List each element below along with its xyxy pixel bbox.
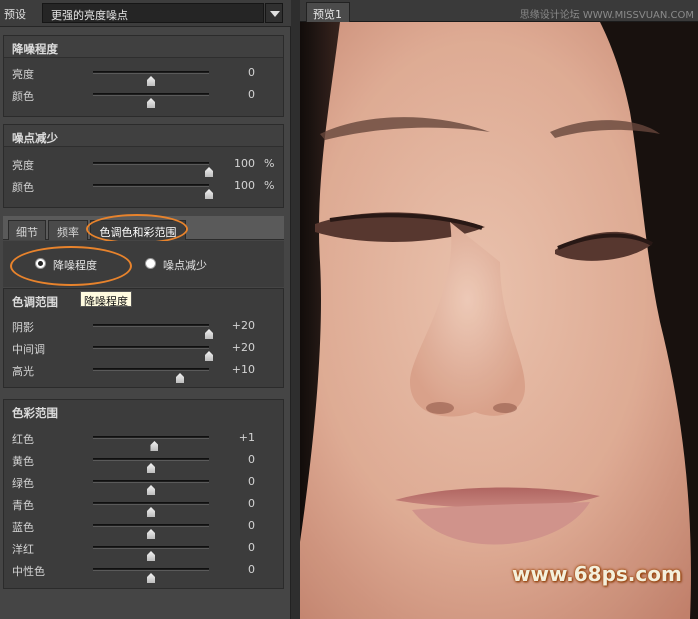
- slider-label: 绿色: [12, 477, 34, 490]
- radio-noise-point[interactable]: [145, 258, 156, 269]
- slider-row: 阴影 +20: [4, 316, 285, 339]
- slider-track[interactable]: [93, 436, 209, 451]
- slider-value: 100: [234, 179, 255, 192]
- tab-preview[interactable]: 预览1: [306, 2, 350, 22]
- slider-label: 阴影: [12, 321, 34, 334]
- slider-thumb[interactable]: [147, 98, 155, 108]
- slider-row: 颜色 100 %: [4, 176, 285, 199]
- slider-track[interactable]: [93, 346, 213, 361]
- watermark: www.68ps.com: [512, 562, 682, 586]
- settings-panel: 预设 更强的亮度噪点 降噪程度 亮度 0 颜色 0 噪点减少 亮度 100 % …: [0, 0, 291, 619]
- tooltip: 降噪程度: [80, 291, 132, 308]
- slider-row: 高光 +10: [4, 360, 285, 383]
- slider-label: 洋红: [12, 543, 34, 556]
- site-mark: 思缘设计论坛 WWW.MISSVUAN.COM: [519, 10, 694, 21]
- slider-track[interactable]: [93, 71, 209, 86]
- slider-value: 0: [248, 475, 255, 488]
- slider-track[interactable]: [93, 568, 209, 583]
- preset-row: 预设 更强的亮度噪点: [0, 0, 291, 27]
- slider-label: 亮度: [12, 159, 34, 172]
- preview-tab-bar: 预览1 思缘设计论坛 WWW.MISSVUAN.COM: [300, 0, 698, 22]
- radio-noise-reduction[interactable]: [35, 258, 46, 269]
- slider-row: 红色 +1: [4, 428, 285, 451]
- slider-value: 0: [248, 563, 255, 576]
- slider-value: +1: [238, 431, 255, 444]
- tab-detail[interactable]: 细节: [8, 220, 46, 240]
- slider-label: 青色: [12, 499, 34, 512]
- color-range-panel: 色彩范围 红色 +1 黄色 0 绿色 0 青色 0 蓝色 0 洋红 0 中性色 0: [3, 399, 284, 589]
- slider-row: 蓝色 0: [4, 516, 285, 539]
- slider-row: 亮度 100 %: [4, 154, 285, 177]
- slider-label: 颜色: [12, 181, 34, 194]
- slider-row: 中性色 0: [4, 560, 285, 583]
- slider-label: 黄色: [12, 455, 34, 468]
- slider-value: 100: [234, 157, 255, 170]
- radio-label: 噪点减少: [163, 259, 207, 272]
- noise-reduction-panel: 降噪程度 亮度 0 颜色 0: [3, 35, 284, 117]
- slider-track[interactable]: [93, 480, 209, 495]
- slider-label: 蓝色: [12, 521, 34, 534]
- slider-track[interactable]: [93, 546, 209, 561]
- slider-row: 亮度 0: [4, 63, 285, 86]
- slider-row: 黄色 0: [4, 450, 285, 473]
- slider-label: 高光: [12, 365, 34, 378]
- slider-thumb[interactable]: [176, 373, 184, 383]
- slider-thumb[interactable]: [205, 189, 213, 199]
- slider-label: 中性色: [12, 565, 45, 578]
- slider-value: 0: [248, 66, 255, 79]
- slider-row: 绿色 0: [4, 472, 285, 495]
- tab-frequency[interactable]: 频率: [48, 220, 88, 240]
- slider-label: 亮度: [12, 68, 34, 81]
- slider-track[interactable]: [93, 368, 209, 383]
- slider-thumb[interactable]: [147, 573, 155, 583]
- slider-label: 颜色: [12, 90, 34, 103]
- slider-value: +20: [231, 341, 255, 354]
- tab-bar: 细节 频率 色调色和彩范围: [3, 216, 284, 240]
- slider-track[interactable]: [93, 184, 213, 199]
- slider-label: 中间调: [12, 343, 45, 356]
- tab-tone-color-range[interactable]: 色调色和彩范围: [90, 220, 186, 240]
- panel-title: 降噪程度: [12, 42, 58, 56]
- preview-photo: [300, 22, 698, 619]
- panel-title: 色彩范围: [12, 406, 58, 420]
- radio-group: 降噪程度 噪点减少: [3, 241, 284, 287]
- slider-track[interactable]: [93, 93, 209, 108]
- slider-track[interactable]: [93, 458, 209, 473]
- preview-pane: 预览1 思缘设计论坛 WWW.MISSVUAN.COM www.68ps.com: [300, 0, 698, 619]
- slider-track[interactable]: [93, 524, 209, 539]
- panel-title: 色调范围: [12, 295, 58, 309]
- slider-value: +10: [231, 363, 255, 376]
- slider-value: 0: [248, 519, 255, 532]
- slider-row: 颜色 0: [4, 85, 285, 108]
- slider-row: 洋红 0: [4, 538, 285, 561]
- slider-label: 红色: [12, 433, 34, 446]
- slider-unit: %: [264, 179, 275, 192]
- slider-value: 0: [248, 541, 255, 554]
- slider-value: 0: [248, 88, 255, 101]
- slider-track[interactable]: [93, 324, 213, 339]
- slider-unit: %: [264, 157, 275, 170]
- slider-value: 0: [248, 497, 255, 510]
- slider-row: 青色 0: [4, 494, 285, 517]
- radio-label: 降噪程度: [53, 259, 97, 272]
- preset-label: 预设: [4, 8, 26, 21]
- panel-title: 噪点减少: [12, 131, 58, 145]
- preset-dropdown[interactable]: 更强的亮度噪点: [42, 3, 264, 23]
- noise-point-panel: 噪点减少 亮度 100 % 颜色 100 %: [3, 124, 284, 208]
- chevron-down-icon[interactable]: [265, 3, 283, 23]
- tone-range-panel: 色调范围 阴影 +20 中间调 +20 高光 +10: [3, 288, 284, 388]
- slider-value: 0: [248, 453, 255, 466]
- slider-track[interactable]: [93, 502, 209, 517]
- slider-value: +20: [231, 319, 255, 332]
- slider-row: 中间调 +20: [4, 338, 285, 361]
- slider-track[interactable]: [93, 162, 213, 177]
